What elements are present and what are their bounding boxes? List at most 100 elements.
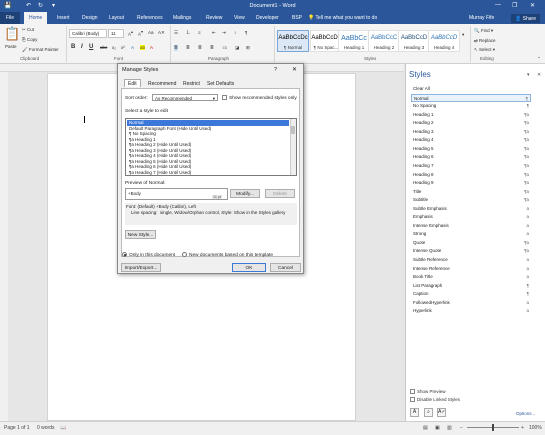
text-effects-icon[interactable]: A (131, 45, 134, 50)
styles-pane-item[interactable]: Clear All (411, 85, 531, 93)
gallery-more-icon[interactable]: ▾ (462, 32, 464, 38)
tab-insert[interactable]: Insert (57, 15, 70, 21)
zoom-in-icon[interactable]: + (521, 425, 524, 431)
styles-pane-item[interactable]: Heading 2 ¶a (411, 119, 531, 127)
radio[interactable] (182, 252, 187, 257)
clear-format-icon[interactable]: A✕ (158, 30, 165, 36)
tab-design[interactable]: Design (82, 15, 98, 21)
copy-button[interactable]: ⎘ Copy (22, 37, 37, 42)
shading-icon[interactable]: ◪ (235, 45, 239, 51)
align-right-icon[interactable]: ≣ (198, 45, 202, 51)
read-mode-icon[interactable]: ▤ (423, 425, 428, 431)
cancel-button[interactable]: Cancel (270, 263, 301, 272)
new-style-button[interactable]: New Style... (125, 230, 156, 239)
bold-icon[interactable]: B (71, 44, 75, 50)
styles-pane-item[interactable]: Subtle Reference a (411, 256, 531, 264)
select-button[interactable]: ↖ Select ▾ (474, 47, 495, 53)
ok-button[interactable]: OK (232, 263, 266, 272)
font-size-box[interactable]: 11 (108, 29, 124, 38)
zoom-out-icon[interactable]: − (460, 425, 463, 431)
disable-linked-checkbox[interactable]: Disable Linked Styles (410, 397, 460, 403)
radio[interactable] (122, 252, 127, 257)
scrollbar-thumb[interactable] (291, 126, 295, 134)
style-gallery-heading-2[interactable]: AaBbCcC Heading 2 (368, 30, 400, 52)
style-inspector-icon[interactable]: ⌕ (424, 408, 433, 417)
user-name[interactable]: Murray Fife (469, 15, 494, 21)
styles-pane-item[interactable]: Heading 7 ¶a (411, 162, 531, 170)
numbering-icon[interactable]: ⒈ (186, 30, 191, 36)
style-list-item[interactable]: ¶a Heading 7 (Hide Until Used) (127, 170, 289, 176)
tab-set-defaults[interactable]: Set Defaults (207, 81, 234, 87)
only-this-document-radio[interactable]: Only in this document (122, 252, 175, 258)
underline-icon[interactable]: U (89, 44, 93, 50)
tab-edit[interactable]: Edit (124, 79, 141, 87)
close-pane-icon[interactable]: ✕ (537, 72, 541, 78)
align-left-icon[interactable]: ≣ (174, 45, 178, 51)
tab-layout[interactable]: Layout (109, 15, 124, 21)
styles-pane-item[interactable]: Strong a (411, 230, 531, 238)
format-painter-button[interactable]: 🖌 Format Painter (22, 47, 59, 53)
tab-restrict[interactable]: Restrict (183, 81, 200, 87)
tab-home[interactable]: Home (24, 12, 48, 24)
align-center-icon[interactable]: ≣ (186, 45, 190, 51)
show-preview-checkbox[interactable]: Show Preview (410, 389, 446, 395)
checkbox[interactable] (410, 397, 415, 403)
paste-icon[interactable]: 📋 (4, 26, 20, 42)
tab-review[interactable]: Review (206, 15, 222, 21)
sort-order-select[interactable]: As Recommended ▾ (152, 94, 218, 101)
styles-pane-item[interactable]: Heading 1 ¶a (411, 111, 531, 119)
tell-me-box[interactable]: 💡 Tell me what you want to do (308, 15, 377, 21)
justify-icon[interactable]: ≣ (210, 45, 214, 51)
zoom-slider-thumb[interactable] (492, 424, 494, 431)
styles-pane-item[interactable]: Heading 3 ¶a (411, 128, 531, 136)
styles-pane-item[interactable]: Intense Emphasis a (411, 222, 531, 230)
styles-pane-item[interactable]: Quote ¶a (411, 239, 531, 247)
delete-button[interactable]: Delete (265, 189, 295, 198)
styles-pane-item[interactable]: Hyperlink a (411, 307, 531, 315)
styles-pane-item[interactable]: Heading 6 ¶a (411, 153, 531, 161)
decrease-indent-icon[interactable]: ⇤ (212, 30, 216, 36)
paste-button[interactable]: Paste (5, 44, 17, 49)
styles-pane-item[interactable]: Intense Reference a (411, 265, 531, 273)
help-button[interactable]: ? (274, 67, 277, 73)
tab-recommend[interactable]: Recommend (148, 81, 176, 87)
restore-button[interactable]: ❐ (512, 2, 517, 9)
share-button[interactable]: 👤 Share (511, 14, 540, 23)
styles-pane-item[interactable]: No Spacing ¶ (411, 102, 531, 110)
import-export-button[interactable]: Import/Export... (121, 263, 161, 272)
shrink-font-icon[interactable]: A▾ (138, 30, 143, 37)
styles-pane-item[interactable]: Book Title a (411, 273, 531, 281)
styles-pane-item[interactable]: Heading 9 ¶a (411, 179, 531, 187)
styles-pane-item[interactable]: Heading 5 ¶a (411, 145, 531, 153)
show-marks-icon[interactable]: ¶ (245, 30, 247, 35)
checkbox[interactable] (410, 389, 415, 395)
replace-button[interactable]: ⇄ Replace (474, 38, 496, 44)
checkbox[interactable] (222, 95, 227, 100)
proofing-icon[interactable]: 📖 (60, 425, 66, 431)
styles-pane-item[interactable]: Normal ¶ (411, 93, 531, 102)
styles-pane-item[interactable]: Intense Quote ¶a (411, 247, 531, 255)
subscript-icon[interactable]: x₂ (112, 45, 116, 50)
styles-pane-item[interactable]: Emphasis a (411, 213, 531, 221)
styles-pane-item[interactable]: FollowedHyperlink a (411, 299, 531, 307)
italic-icon[interactable]: I (81, 44, 83, 50)
style-gallery-heading-4[interactable]: AaBbCcD Heading 4 (428, 30, 460, 52)
styles-pane-item[interactable]: Subtitle ¶a (411, 196, 531, 204)
show-recommended-checkbox[interactable]: Show recommended styles only (222, 95, 297, 101)
bullets-icon[interactable]: ☰ (174, 30, 178, 36)
styles-pane-item[interactable]: List Paragraph ¶ (411, 282, 531, 290)
minimize-button[interactable]: — (495, 2, 501, 8)
zoom-level[interactable]: 100% (529, 425, 542, 431)
line-spacing-icon[interactable]: ↕≡ (222, 45, 227, 50)
grow-font-icon[interactable]: A▴ (128, 30, 133, 37)
increase-indent-icon[interactable]: ⇥ (222, 30, 226, 36)
new-style-icon[interactable]: A (410, 408, 419, 417)
tab-references[interactable]: References (137, 15, 163, 21)
styles-pane-item[interactable]: Heading 8 ¶a (411, 171, 531, 179)
modify-button[interactable]: Modify... (230, 189, 260, 198)
tab-bsp[interactable]: BSP (292, 15, 302, 21)
styles-pane-item[interactable]: Subtle Emphasis a (411, 205, 531, 213)
styles-pane-item[interactable]: Heading 4 ¶a (411, 136, 531, 144)
close-dialog-button[interactable]: ✕ (292, 66, 297, 73)
close-window-button[interactable]: ✕ (530, 2, 535, 9)
